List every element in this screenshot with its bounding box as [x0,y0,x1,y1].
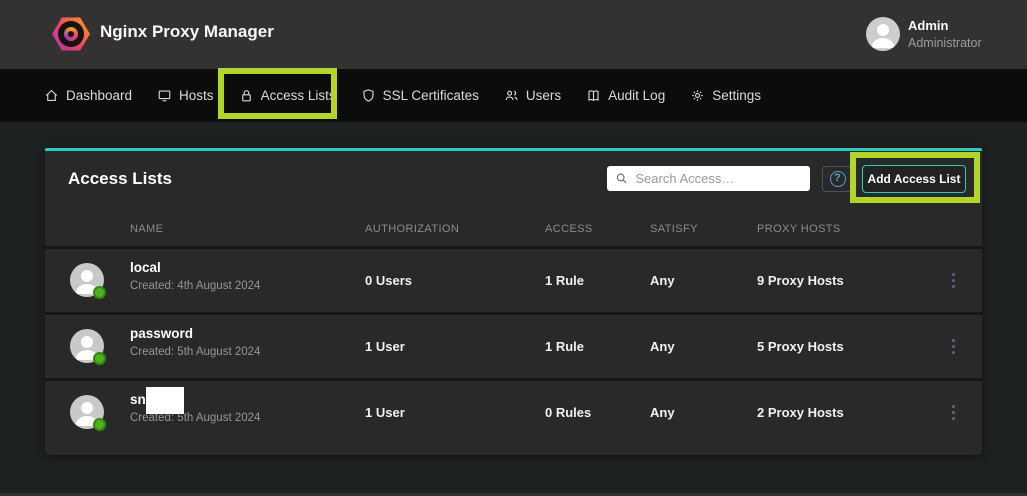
column-header-name: NAME [130,223,163,235]
row-menu-kebab-icon[interactable] [946,336,960,358]
nav-label: SSL Certificates [383,88,479,103]
panel-title: Access Lists [68,169,172,189]
add-access-list-button[interactable]: Add Access List [862,165,966,193]
avatar [70,395,104,429]
status-dot [93,286,106,299]
user-avatar[interactable] [866,17,900,51]
magnifier-icon [615,171,628,186]
table-row[interactable]: password Created: 5th August 2024 1 User… [45,312,982,378]
main-nav: Dashboard Hosts Access Lists SSL Certifi… [0,69,1027,122]
nav-item-hosts[interactable]: Hosts [157,88,214,103]
column-header-access: ACCESS [545,223,593,235]
column-header-authorization: AUTHORIZATION [365,223,459,235]
user-role: Administrator [908,36,982,50]
help-button[interactable]: ? [822,166,853,192]
cell-proxy-hosts: 5 Proxy Hosts [757,315,844,378]
shield-icon [361,88,376,103]
monitor-icon [157,88,172,103]
app-title: Nginx Proxy Manager [100,22,274,42]
cell-access: 0 Rules [545,381,591,444]
access-list-name: local [130,260,260,275]
nav-label: Hosts [179,88,214,103]
access-list-name: password [130,326,260,341]
avatar [70,263,104,297]
home-icon [44,88,59,103]
lock-icon [239,88,254,103]
app-logo-icon [52,16,90,52]
person-icon [866,17,900,51]
redaction-box [146,387,184,414]
nav-item-access-lists[interactable]: Access Lists [239,88,336,103]
access-list-table-body: local Created: 4th August 2024 0 Users 1… [45,246,982,444]
table-row[interactable]: local Created: 4th August 2024 0 Users 1… [45,246,982,312]
cell-access: 1 Rule [545,315,584,378]
nav-label: Access Lists [261,88,336,103]
nav-item-settings[interactable]: Settings [690,88,761,103]
nav-item-dashboard[interactable]: Dashboard [44,88,132,103]
nav-label: Audit Log [608,88,665,103]
nav-label: Users [526,88,561,103]
column-header-proxy-hosts: PROXY HOSTS [757,223,841,235]
nginx-proxy-manager-app: Nginx Proxy Manager Admin Administrator … [0,0,1027,496]
nav-label: Settings [712,88,761,103]
nav-item-users[interactable]: Users [504,88,561,103]
search-input[interactable] [635,171,802,186]
table-row[interactable]: sn Created: 5th August 2024 1 User 0 Rul… [45,378,982,444]
access-list-created: Created: 4th August 2024 [130,280,260,292]
avatar [70,329,104,363]
logo-ring [58,21,84,47]
access-list-created: Created: 5th August 2024 [130,346,260,358]
name-block: local Created: 4th August 2024 [130,260,260,292]
nav-item-audit-log[interactable]: Audit Log [586,88,665,103]
book-icon [586,88,601,103]
cell-access: 1 Rule [545,249,584,312]
user-name[interactable]: Admin [908,18,948,33]
column-header-satisfy: SATISFY [650,223,698,235]
cell-proxy-hosts: 9 Proxy Hosts [757,249,844,312]
row-menu-kebab-icon[interactable] [946,270,960,292]
status-dot [93,418,106,431]
name-block: password Created: 5th August 2024 [130,326,260,358]
question-mark-circle-icon: ? [830,171,846,187]
nav-item-ssl-certificates[interactable]: SSL Certificates [361,88,479,103]
status-dot [93,352,106,365]
access-lists-panel: Access Lists ? Add Access List NAME AUTH… [45,148,982,455]
cell-satisfy: Any [650,381,675,444]
cell-proxy-hosts: 2 Proxy Hosts [757,381,844,444]
nav-label: Dashboard [66,88,132,103]
app-header: Nginx Proxy Manager Admin Administrator [0,0,1027,69]
gear-icon [690,88,705,103]
cell-authorization: 1 User [365,315,405,378]
cell-authorization: 0 Users [365,249,412,312]
users-icon [504,88,519,103]
cell-satisfy: Any [650,249,675,312]
row-menu-kebab-icon[interactable] [946,402,960,424]
logo-dot [64,27,78,41]
search-box [607,166,810,191]
cell-authorization: 1 User [365,381,405,444]
cell-satisfy: Any [650,315,675,378]
